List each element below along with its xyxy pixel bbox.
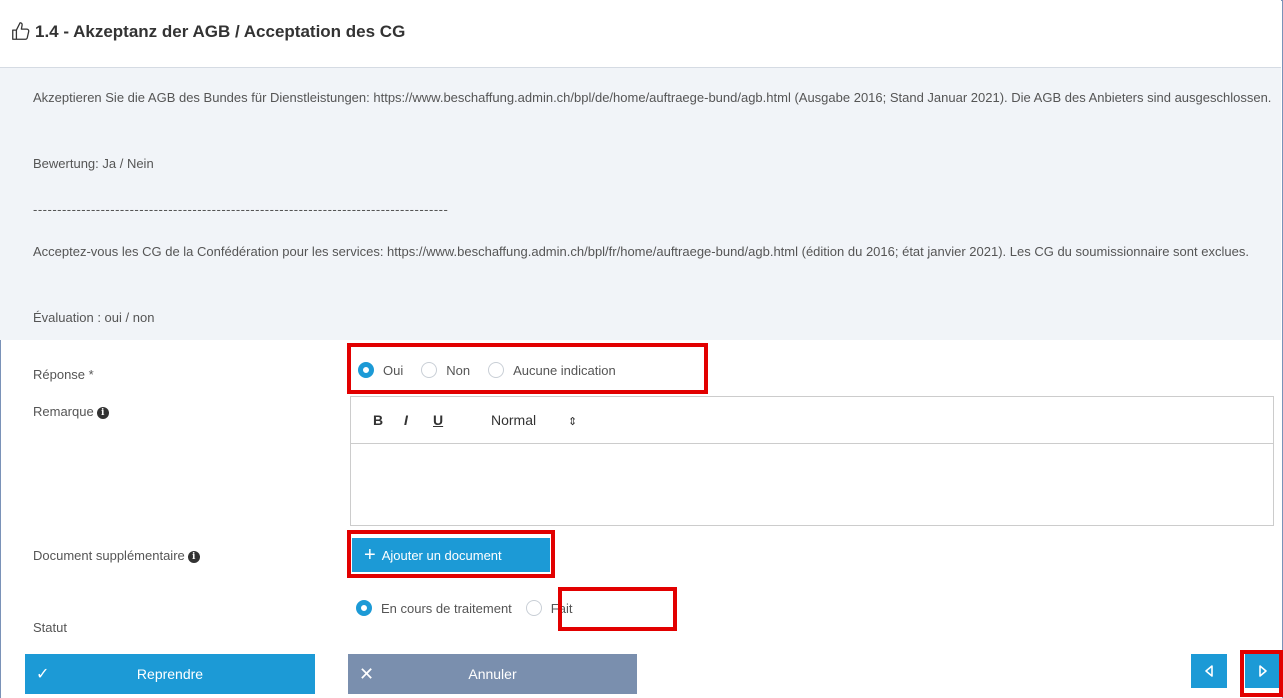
format-select-value: Normal: [491, 412, 537, 428]
select-arrows-icon: ⇕: [568, 416, 578, 428]
document-label-row: Document supplémentaire i: [33, 548, 200, 563]
resume-button[interactable]: ✓ Reprendre: [25, 654, 315, 694]
response-label: Réponse *: [33, 367, 94, 382]
highlight-status-done: [558, 587, 677, 631]
italic-button[interactable]: I: [404, 412, 408, 428]
close-icon: ✕: [359, 663, 375, 684]
triangle-left-icon: [1205, 665, 1213, 677]
question-description: Akzeptieren Sie die AGB des Bundes für D…: [0, 68, 1281, 340]
document-label: Document supplémentaire: [33, 548, 185, 563]
format-select[interactable]: Normal ⇕: [491, 412, 577, 428]
radio-in-progress-label: En cours de traitement: [381, 600, 512, 616]
highlight-response: [347, 343, 708, 394]
status-label: Statut: [33, 620, 67, 635]
cancel-label: Annuler: [468, 666, 517, 682]
remark-label-row: Remarque i: [33, 404, 109, 419]
editor-toolbar: B I U Normal ⇕: [351, 397, 1273, 444]
radio-done[interactable]: [525, 600, 542, 616]
info-icon: i: [187, 551, 200, 563]
info-icon: i: [96, 407, 109, 419]
previous-button[interactable]: [1191, 654, 1227, 688]
remark-editor[interactable]: B I U Normal ⇕: [350, 396, 1274, 526]
radio-in-progress[interactable]: [356, 600, 372, 616]
highlight-add-document: [347, 530, 555, 578]
underline-button[interactable]: U: [433, 412, 443, 428]
status-option-in-progress[interactable]: En cours de traitement: [356, 600, 512, 616]
cancel-button[interactable]: ✕ Annuler: [348, 654, 637, 694]
question-header: 1.4 - Akzeptanz der AGB / Acceptation de…: [0, 0, 1281, 68]
description-de: Akzeptieren Sie die AGB des Bundes für D…: [33, 90, 1272, 105]
highlight-next-button: [1240, 650, 1283, 697]
description-fr: Acceptez-vous les CG de la Confédération…: [33, 244, 1249, 259]
separator: ----------------------------------------…: [33, 202, 449, 217]
remark-label: Remarque: [33, 404, 94, 419]
check-icon: ✓: [36, 666, 50, 683]
thumbs-up-icon: [12, 22, 30, 40]
rating-fr: Évaluation : oui / non: [33, 310, 155, 325]
page-title: 1.4 - Akzeptanz der AGB / Acceptation de…: [35, 22, 406, 41]
rating-de: Bewertung: Ja / Nein: [33, 156, 154, 171]
resume-label: Reprendre: [136, 666, 204, 682]
bold-button[interactable]: B: [373, 412, 383, 428]
status-radio-group: En cours de traitement Fait: [356, 600, 572, 616]
